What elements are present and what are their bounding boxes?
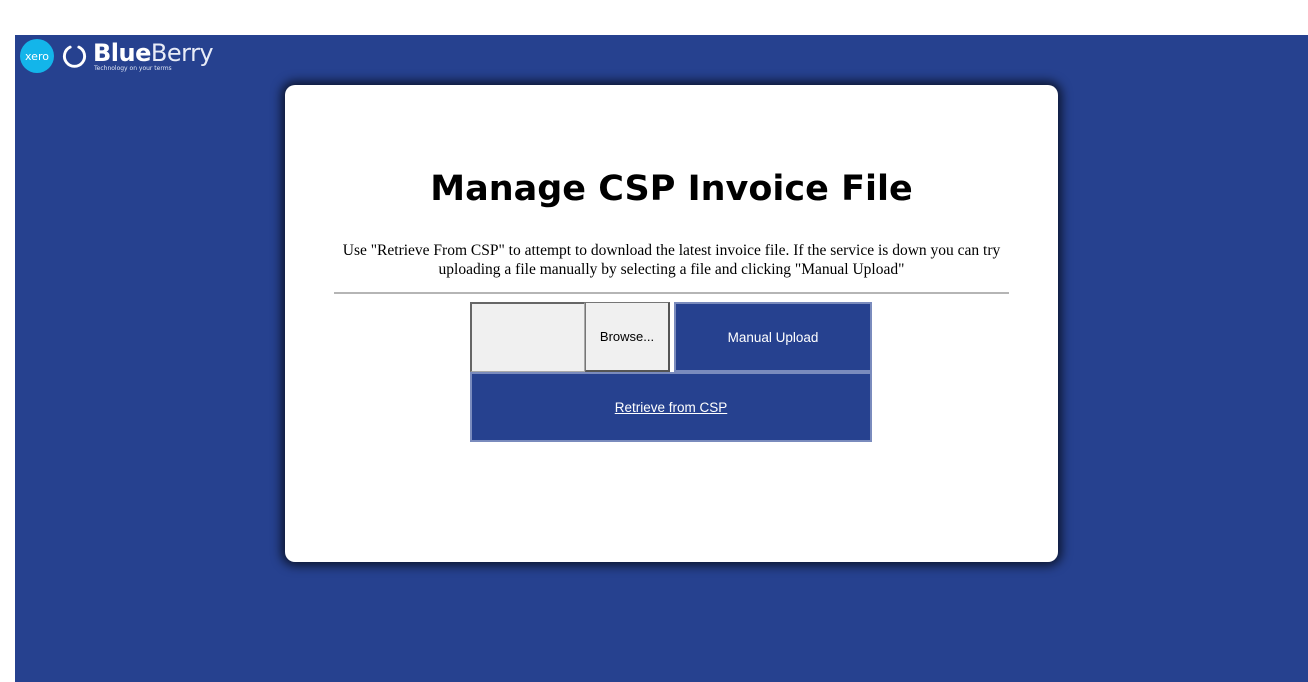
divider: [334, 292, 1009, 294]
app-background: xero BlueBerry Technology on your terms …: [15, 35, 1308, 682]
brand-name-bold: Blue: [93, 38, 151, 67]
browse-button[interactable]: Browse...: [585, 302, 670, 372]
blueberry-ring-icon: [63, 45, 86, 68]
manual-upload-button[interactable]: Manual Upload: [674, 302, 872, 372]
xero-logo: xero: [20, 39, 54, 73]
brand-tagline: Technology on your terms: [94, 64, 172, 72]
instructions-text: Use "Retrieve From CSP" to attempt to do…: [342, 242, 1001, 278]
retrieve-from-csp-button[interactable]: Retrieve from CSP: [470, 372, 872, 442]
file-input-field[interactable]: [470, 302, 585, 372]
invoice-card: Manage CSP Invoice File Use "Retrieve Fr…: [285, 85, 1058, 562]
blueberry-wordmark: BlueBerry Technology on your terms: [93, 38, 214, 72]
brand-name-light: Berry: [150, 38, 214, 67]
page-title: Manage CSP Invoice File: [430, 169, 913, 209]
xero-logo-label: xero: [25, 49, 49, 63]
retrieve-from-csp-link[interactable]: Retrieve from CSP: [615, 400, 728, 415]
brand-logo: xero BlueBerry Technology on your terms: [20, 38, 214, 73]
